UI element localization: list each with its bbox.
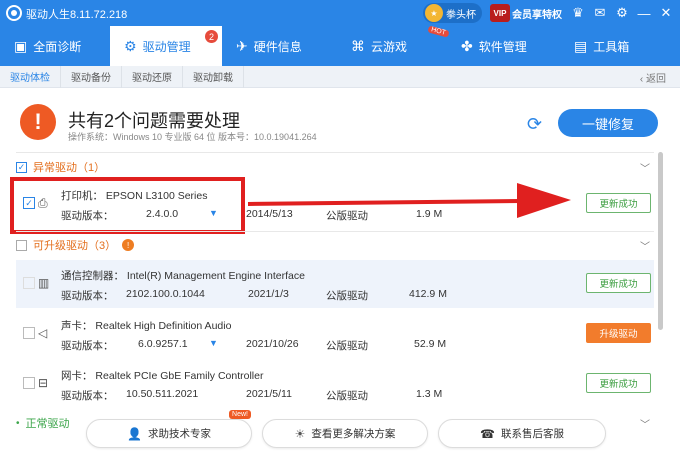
version-value: 6.0.9257.1	[138, 338, 188, 350]
new-tag: New!	[229, 410, 251, 419]
row-checkbox[interactable]	[23, 377, 35, 389]
row-checkbox[interactable]	[23, 277, 35, 289]
version-value: 10.50.511.2021	[126, 388, 199, 400]
driver-date: 2021/1/3	[248, 288, 289, 300]
dot-icon: •	[16, 417, 20, 429]
driver-name: 通信控制器： Intel(R) Management Engine Interf…	[61, 270, 305, 282]
driver-name: 网卡： Realtek PCIe GbE Family Controller	[61, 370, 264, 382]
lightbulb-icon: ☀	[294, 426, 306, 441]
version-dropdown-icon[interactable]: ▼	[209, 338, 218, 348]
chip-icon: ▥	[38, 276, 50, 290]
support-label: 联系售后客服	[500, 428, 564, 440]
driver-size: 412.9 M	[409, 288, 447, 300]
driver-row-intel-me: ▥ 通信控制器： Intel(R) Management Engine Inte…	[16, 260, 654, 308]
version-label: 驱动版本：	[61, 340, 114, 352]
speaker-icon: ◁	[38, 326, 48, 340]
section-label: 可升级驱动（3）	[33, 240, 117, 252]
warning-icon: !	[122, 239, 135, 251]
solutions-label: 查看更多解决方案	[311, 428, 396, 440]
driver-row-network: ⊟ 网卡： Realtek PCIe GbE Family Controller…	[16, 360, 654, 408]
driver-name: 声卡： Realtek High Definition Audio	[61, 320, 232, 332]
section-upgradable[interactable]: 可升级驱动（3） ! ﹀	[16, 234, 656, 256]
headset-icon: ☎	[480, 426, 495, 441]
driver-row-audio: ◁ 声卡： Realtek High Definition Audio 驱动版本…	[16, 310, 654, 358]
network-icon: ⊟	[38, 376, 49, 390]
chevron-down-icon[interactable]: ﹀	[640, 416, 650, 431]
more-solutions-button[interactable]: ☀ 查看更多解决方案	[262, 419, 428, 448]
version-label: 驱动版本：	[61, 390, 114, 402]
driver-publisher: 公版驱动	[326, 290, 368, 302]
update-success-button[interactable]: 更新成功	[586, 273, 651, 293]
section-label: 正常驱动	[25, 418, 70, 430]
upgrade-driver-button[interactable]: 升级驱动	[586, 323, 651, 343]
driver-size: 1.3 M	[416, 388, 443, 400]
update-success-button[interactable]: 更新成功	[586, 373, 651, 393]
row-checkbox[interactable]	[23, 327, 35, 339]
driver-size: 52.9 M	[414, 338, 447, 350]
help-expert-button[interactable]: 👤 求助技术专家 New!	[86, 410, 252, 448]
divider	[16, 231, 654, 232]
user-icon: 👤	[127, 426, 142, 441]
driver-date: 2021/10/26	[246, 338, 299, 350]
driver-publisher: 公版驱动	[326, 390, 368, 402]
version-value: 2102.100.0.1044	[126, 288, 205, 300]
chevron-down-icon[interactable]: ﹀	[640, 238, 650, 253]
help-label: 求助技术专家	[147, 428, 211, 440]
driver-publisher: 公版驱动	[326, 340, 368, 352]
contact-support-button[interactable]: ☎ 联系售后客服	[438, 419, 606, 448]
version-label: 驱动版本：	[61, 290, 114, 302]
scrollbar[interactable]	[658, 152, 663, 330]
driver-date: 2021/5/11	[246, 388, 292, 400]
section-checkbox[interactable]	[16, 239, 27, 251]
